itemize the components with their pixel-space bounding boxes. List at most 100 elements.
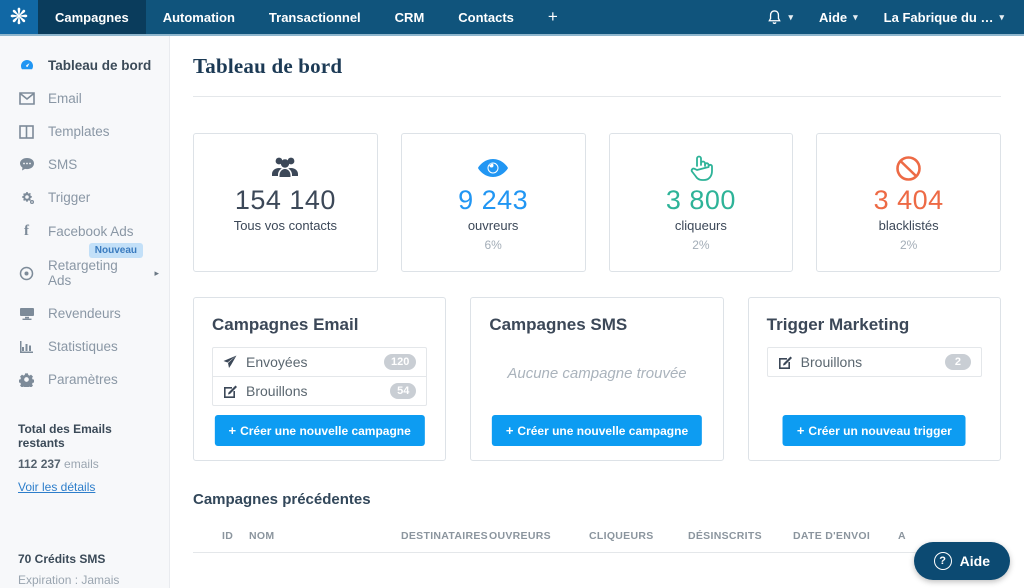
list-item-brouillons[interactable]: Brouillons 2 [768,348,981,376]
column-header-truncated[interactable]: A [898,530,1001,542]
account-menu[interactable]: La Fabrique du … ▾ [884,10,1004,25]
button-label: Créer un nouveau trigger [808,424,952,438]
top-navbar: ❋ Campagnes Automation Transactionnel CR… [0,0,1024,36]
sidebar-item-revendeurs[interactable]: Revendeurs [0,297,169,330]
sms-credits-block: 70 Crédits SMS Expiration : Jamais Obten… [0,526,169,588]
stat-label: ouvreurs [467,218,519,233]
bar-chart-icon [18,340,35,354]
empty-state-message: Aucune campagne trouvée [507,365,687,382]
help-floating-button[interactable]: ? Aide [913,542,1010,580]
sidebar-item-label: Revendeurs [48,306,121,321]
gear-icon [18,372,35,387]
sidebar-item-retargeting-ads[interactable]: Nouveau Retargeting Ads ▸ [0,243,169,297]
nav-item-transactionnel[interactable]: Transactionnel [252,0,378,34]
facebook-f-icon: f [24,223,29,239]
column-header-desinscrits[interactable]: DÉSINSCRITS [688,530,793,542]
users-group-icon [268,153,302,183]
create-sms-campaign-button[interactable]: + Créer une nouvelle campagne [491,415,703,446]
email-credits-block: Total des Emails restants 112 237 emails… [0,396,169,496]
nav-item-contacts[interactable]: Contacts [441,0,531,34]
campaigns-sms-card: Campagnes SMS Aucune campagne trouvée + C… [470,297,724,461]
chevron-down-icon: ▾ [788,11,793,22]
pointer-hand-icon [688,153,714,183]
draft-pencil-icon [223,384,237,398]
list-item-label: Brouillons [800,354,863,370]
stats-row: 154 140 Tous vos contacts 9 243 ouvreurs… [193,133,1001,272]
sidebar-item-templates[interactable]: Templates [0,115,169,148]
stat-value: 154 140 [234,185,336,215]
column-header-nom[interactable]: NOM [249,530,401,542]
stat-percentage: 2% [899,238,918,252]
nouveau-badge: Nouveau [88,243,143,258]
plus-icon: + [228,423,237,438]
envelope-icon [18,92,35,105]
dashboard-gauge-icon [18,57,35,73]
nav-item-crm[interactable]: CRM [378,0,442,34]
card-title: Trigger Marketing [766,315,910,334]
list-item-envoyees[interactable]: Envoyées 120 [213,348,426,376]
column-header-date-envoi[interactable]: DATE D'ENVOI [793,530,898,542]
sms-credits-expiration: Expiration : Jamais [18,573,120,587]
stat-percentage: 6% [484,238,502,252]
card-title: Campagnes SMS [489,315,628,334]
sidebar-item-label: Facebook Ads [48,224,134,239]
stat-value: 3 800 [665,185,736,215]
blocked-circle-icon [895,153,922,183]
app-window: ❋ Campagnes Automation Transactionnel CR… [0,0,1024,588]
main-nav: Campagnes Automation Transactionnel CRM … [38,0,575,34]
help-menu-label: Aide [818,9,848,25]
stat-card-contacts[interactable]: 154 140 Tous vos contacts [193,133,378,272]
stat-card-ouvreurs[interactable]: 9 243 ouvreurs 6% [400,133,586,272]
sidebar-item-email[interactable]: Email [0,82,169,115]
brand-logo[interactable]: ❋ [0,0,38,34]
previous-campaigns-header-row: ID NOM DESTINATAIRES OUVREURS CLIQUEURS … [193,530,1001,553]
stat-card-cliqueurs[interactable]: 3 800 cliqueurs 2% [608,133,794,272]
create-email-campaign-button[interactable]: + Créer une nouvelle campagne [214,415,425,446]
count-badge: 120 [383,354,417,370]
help-menu[interactable]: Aide ▾ [819,10,858,25]
list-item-brouillons[interactable]: Brouillons 54 [213,376,427,405]
trigger-list: Brouillons 2 [766,347,982,377]
email-credits-title: Total des Emails restants [18,422,112,450]
email-credits-details-link[interactable]: Voir les détails [18,480,95,494]
create-trigger-button[interactable]: + Créer un nouveau trigger [782,415,966,446]
sms-credits-title: 70 Crédits SMS [18,552,106,566]
chevron-down-icon: ▾ [853,11,858,22]
stat-label: blacklistés [878,218,939,233]
chevron-right-icon: ▸ [154,267,159,278]
card-title: Campagnes Email [212,315,359,334]
nav-add-button[interactable]: + [531,0,575,34]
sidebar-item-sms[interactable]: SMS [0,148,169,181]
account-menu-label: La Fabrique du … [883,9,994,25]
nav-item-automation[interactable]: Automation [146,0,252,34]
email-credits-unit: emails [60,457,99,471]
column-header-cliqueurs[interactable]: CLIQUEURS [589,530,688,542]
notifications-menu[interactable]: ▾ [767,9,793,25]
sidebar-item-parametres[interactable]: Paramètres [0,363,169,396]
stat-card-blacklistes[interactable]: 3 404 blacklistés 2% [816,133,1001,272]
sidebar-item-facebook-ads[interactable]: f Facebook Ads [0,214,169,249]
list-item-label: Envoyées [246,354,308,370]
stat-value: 9 243 [458,185,529,215]
column-header-id[interactable]: ID [193,530,249,542]
count-badge: 54 [390,383,417,399]
previous-campaigns-title: Campagnes précédentes [193,491,371,508]
stat-label: Tous vos contacts [233,218,338,233]
eye-icon [476,153,510,183]
sidebar-item-trigger[interactable]: Trigger [0,181,169,214]
email-credits-number: 112 237 [18,457,61,471]
column-header-destinataires[interactable]: DESTINATAIRES [401,530,489,542]
nav-item-campagnes[interactable]: Campagnes [38,0,146,34]
button-label: Créer une nouvelle campagne [240,424,411,438]
campaign-cards-row: Campagnes Email Envoyées 120 Brouillons … [193,297,1001,461]
plus-icon: + [796,423,805,438]
column-header-ouvreurs[interactable]: OUVREURS [489,530,589,542]
sidebar-item-tableau-de-bord[interactable]: Tableau de bord [0,48,169,82]
help-button-label: Aide [959,553,990,569]
navbar-right: ▾ Aide ▾ La Fabrique du … ▾ [767,0,1024,34]
sidebar-item-statistiques[interactable]: Statistiques [0,330,169,363]
gears-icon [18,191,35,205]
sidebar-item-label: Paramètres [48,372,118,387]
plus-icon: + [505,423,514,438]
list-item-label: Brouillons [246,383,308,399]
